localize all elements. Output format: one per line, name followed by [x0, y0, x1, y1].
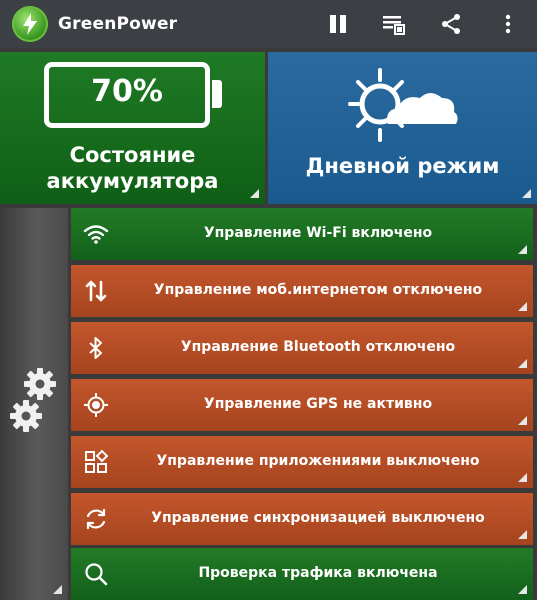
- battery-tile[interactable]: 70% Состояние аккумулятора: [0, 52, 265, 204]
- row-label: Проверка трафика включена: [198, 565, 438, 581]
- data-arrows-icon: [85, 280, 107, 302]
- row-mobile-data[interactable]: Управление моб.интернетом отключено: [71, 265, 533, 317]
- row-label: Управление синхронизацией выключено: [151, 510, 485, 526]
- row-bluetooth[interactable]: Управление Bluetooth отключено: [71, 322, 533, 374]
- more-vert-icon[interactable]: [496, 12, 520, 36]
- corner-indicator: [518, 245, 527, 254]
- gps-icon: [84, 393, 108, 417]
- day-weather-icon: [348, 68, 458, 142]
- corner-indicator: [518, 585, 527, 594]
- sync-icon: [86, 508, 106, 530]
- apps-icon: [85, 449, 109, 473]
- app-bar: GreenPower: [0, 0, 537, 48]
- gears-icon: [10, 368, 56, 432]
- row-label: Управление моб.интернетом отключено: [153, 282, 483, 298]
- row-apps[interactable]: Управление приложениями выключено: [71, 436, 533, 488]
- row-label: Управление Bluetooth отключено: [180, 339, 456, 355]
- corner-indicator: [518, 302, 527, 311]
- row-traffic[interactable]: Проверка трафика включена: [71, 548, 533, 600]
- pause-icon[interactable]: [326, 12, 350, 36]
- corner-indicator: [250, 189, 259, 198]
- battery-label: Состояние аккумулятора: [46, 143, 219, 193]
- corner-indicator: [522, 189, 531, 198]
- wifi-icon: [83, 225, 109, 244]
- row-sync[interactable]: Управление синхронизацией выключено: [71, 493, 533, 545]
- row-label: Управление приложениями выключено: [156, 453, 480, 469]
- app-logo: [12, 6, 48, 42]
- mode-label: Дневной режим: [305, 154, 500, 178]
- corner-indicator: [518, 473, 527, 482]
- corner-indicator: [53, 585, 62, 594]
- row-gps[interactable]: Управление GPS не активно: [71, 379, 533, 431]
- row-label: Управление GPS не активно: [203, 396, 433, 412]
- playlist-icon[interactable]: [382, 12, 406, 36]
- settings-panel[interactable]: [0, 208, 68, 600]
- bluetooth-icon: [89, 337, 102, 359]
- corner-indicator: [518, 416, 527, 425]
- lightning-icon: [23, 13, 37, 35]
- app-title: GreenPower: [58, 14, 178, 34]
- corner-indicator: [518, 530, 527, 539]
- row-wifi[interactable]: Управление Wi-Fi включено: [71, 208, 533, 260]
- search-icon: [85, 563, 108, 586]
- mode-tile[interactable]: Дневной режим: [268, 52, 537, 204]
- corner-indicator: [518, 359, 527, 368]
- row-label: Управление Wi-Fi включено: [203, 225, 433, 241]
- battery-level: 70%: [91, 74, 163, 109]
- share-icon[interactable]: [439, 12, 463, 36]
